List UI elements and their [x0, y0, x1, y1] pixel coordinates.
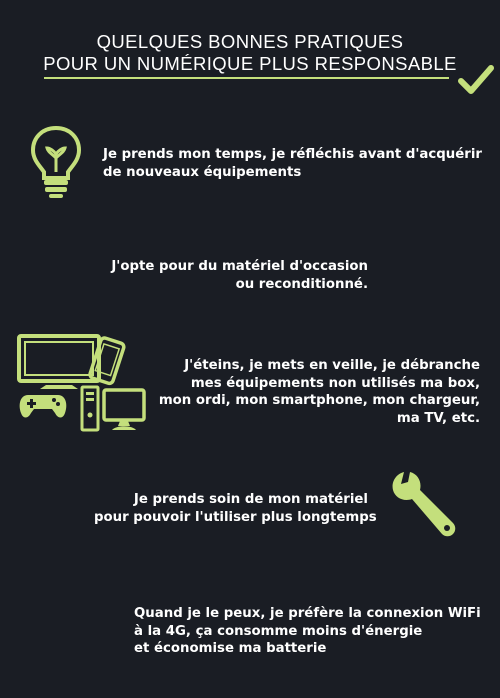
- page-title-line1: QUELQUES BONNES PRATIQUES: [96, 31, 404, 52]
- checkmark-icon: [458, 65, 494, 94]
- page-title-line2: POUR UN NUMÉRIQUE PLUS RESPONSABLE: [43, 53, 457, 74]
- title-underline: [44, 77, 449, 79]
- tip-text-1: Je prends mon temps, je réfléchis avant …: [103, 147, 482, 180]
- tip-text-3: J'éteins, je mets en veille, je débranch…: [158, 358, 480, 426]
- tip-text-2: J'opte pour du matériel d'occasion ou re…: [111, 259, 368, 292]
- tip-text-5: Quand je le peux, je préfère la connexio…: [134, 606, 481, 656]
- wrench-icon: [392, 472, 456, 537]
- devices-icon: [17, 334, 146, 432]
- lightbulb-icon: [30, 125, 82, 198]
- tip-text-4: Je prends soin de mon matériel pour pouv…: [94, 492, 377, 525]
